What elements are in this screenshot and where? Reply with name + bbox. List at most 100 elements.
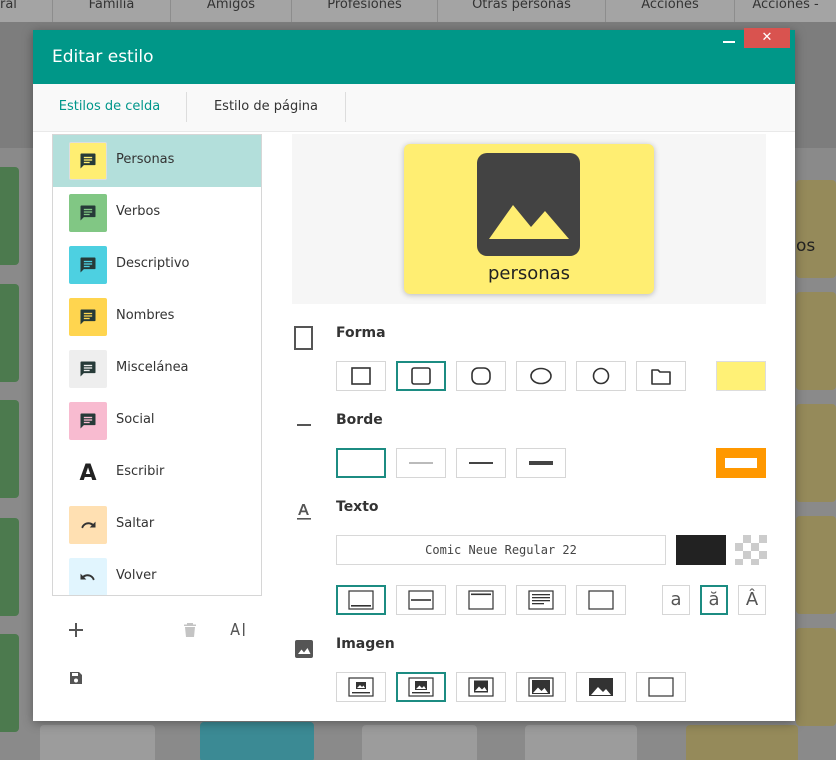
image-icon <box>292 637 316 661</box>
bg-cell <box>200 722 314 760</box>
image-size-fill[interactable] <box>576 672 626 702</box>
bg-nav-tab: Amigos <box>171 0 292 22</box>
comment-icon <box>69 298 107 336</box>
style-item-volver[interactable]: Volver <box>53 551 261 595</box>
bg-cell <box>0 284 19 382</box>
dialog-titlebar: Editar estilo ✕ <box>33 28 795 84</box>
add-style-button[interactable] <box>64 618 88 642</box>
bg-cell <box>0 518 19 616</box>
style-item-label: Miscelánea <box>116 360 189 375</box>
section-title-text: Texto <box>336 499 379 515</box>
tab-page-style[interactable]: Estilo de página <box>187 92 346 122</box>
shape-fill-color-button[interactable] <box>716 361 766 391</box>
bg-nav-tab: Familia <box>53 0 171 22</box>
close-button[interactable]: ✕ <box>744 28 790 48</box>
text-position-middle[interactable] <box>396 585 446 615</box>
font-selector[interactable]: Comic Neue Regular 22 <box>336 535 666 565</box>
bg-cell <box>0 634 19 732</box>
background-nav: ral Familia Amigos Profesiones Otras per… <box>0 0 836 22</box>
shape-option-ellipse[interactable] <box>516 361 566 391</box>
letter-a-icon: A <box>69 454 107 492</box>
section-title-shape: Forma <box>336 325 386 341</box>
border-option-none[interactable] <box>336 448 386 478</box>
minimize-button[interactable] <box>723 30 745 48</box>
bg-cell <box>686 725 798 760</box>
shape-option-square[interactable] <box>336 361 386 391</box>
edit-style-dialog: Editar estilo ✕ Estilos de celda Estilo … <box>33 28 795 721</box>
style-item-personas[interactable]: Personas <box>53 135 261 187</box>
style-item-nombres[interactable]: Nombres <box>53 291 261 343</box>
section-title-border: Borde <box>336 412 383 428</box>
redo-icon <box>69 506 107 544</box>
border-option-medium[interactable] <box>456 448 506 478</box>
style-item-social[interactable]: Social <box>53 395 261 447</box>
text-color-button[interactable] <box>676 535 726 565</box>
shape-icon <box>292 326 316 350</box>
style-item-label: Descriptivo <box>116 256 190 271</box>
style-item-label: Saltar <box>116 516 155 531</box>
preview-cell-label: personas <box>487 263 571 284</box>
style-list: Personas Verbos Descriptivo Nombres Misc… <box>52 134 262 596</box>
bg-cell <box>796 292 836 390</box>
rename-icon <box>230 623 245 636</box>
text-position-top[interactable] <box>456 585 506 615</box>
comment-icon <box>69 142 107 180</box>
shape-option-rounded[interactable] <box>456 361 506 391</box>
text-position-none[interactable] <box>576 585 626 615</box>
image-size-large[interactable] <box>456 672 506 702</box>
bg-cell <box>796 516 836 614</box>
comment-icon <box>69 194 107 232</box>
text-case-mixed-button[interactable]: ă <box>700 585 728 615</box>
image-size-xlarge[interactable] <box>516 672 566 702</box>
image-size-none[interactable] <box>636 672 686 702</box>
text-position-bottom[interactable] <box>336 585 386 615</box>
bg-nav-tab: Acciones - <box>752 0 819 12</box>
dialog-tabs: Estilos de celda Estilo de página <box>33 84 795 132</box>
border-option-thick[interactable] <box>516 448 566 478</box>
trash-icon <box>184 623 196 637</box>
tab-cell-styles[interactable]: Estilos de celda <box>33 92 187 122</box>
bg-cell <box>0 167 19 265</box>
style-item-verbos[interactable]: Verbos <box>53 187 261 239</box>
image-size-medium[interactable] <box>396 672 446 702</box>
text-case-lower-button[interactable]: a <box>662 585 690 615</box>
bg-cell <box>40 725 155 760</box>
text-format-icon <box>292 500 316 524</box>
text-background-color-button[interactable] <box>735 535 767 565</box>
comment-icon <box>69 246 107 284</box>
shape-option-folder[interactable] <box>636 361 686 391</box>
shape-option-circle[interactable] <box>576 361 626 391</box>
border-color-button[interactable] <box>716 448 766 478</box>
bg-nav-tab: Profesiones <box>292 0 438 22</box>
shape-option-rounded-square[interactable] <box>396 361 446 391</box>
text-case-upper-button[interactable]: Â <box>738 585 766 615</box>
image-size-small[interactable] <box>336 672 386 702</box>
text-position-fill[interactable] <box>516 585 566 615</box>
delete-style-button[interactable] <box>178 618 202 642</box>
bg-cell <box>525 725 637 760</box>
letter-a-glyph: A <box>79 460 97 486</box>
style-item-label: Social <box>116 412 155 427</box>
comment-icon <box>69 350 107 388</box>
rename-style-button[interactable] <box>226 618 250 642</box>
image-placeholder-icon <box>477 153 580 256</box>
border-icon <box>292 413 316 437</box>
bg-cell <box>0 400 19 498</box>
style-item-label: Verbos <box>116 204 161 219</box>
style-item-label: Volver <box>116 568 157 583</box>
style-item-descriptivo[interactable]: Descriptivo <box>53 239 261 291</box>
style-item-label: Personas <box>116 152 175 167</box>
section-title-image: Imagen <box>336 636 395 652</box>
bg-cell <box>362 725 477 760</box>
comment-icon <box>69 402 107 440</box>
bg-cell <box>796 180 836 278</box>
style-item-miscelanea[interactable]: Miscelánea <box>53 343 261 395</box>
save-icon <box>70 672 82 684</box>
plus-icon <box>69 623 83 637</box>
border-option-thin[interactable] <box>396 448 446 478</box>
bg-nav-tab: Acciones <box>606 0 735 22</box>
style-item-escribir[interactable]: A Escribir <box>53 447 261 499</box>
bg-cell <box>796 404 836 502</box>
save-style-button[interactable] <box>64 666 88 690</box>
style-item-saltar[interactable]: Saltar <box>53 499 261 551</box>
